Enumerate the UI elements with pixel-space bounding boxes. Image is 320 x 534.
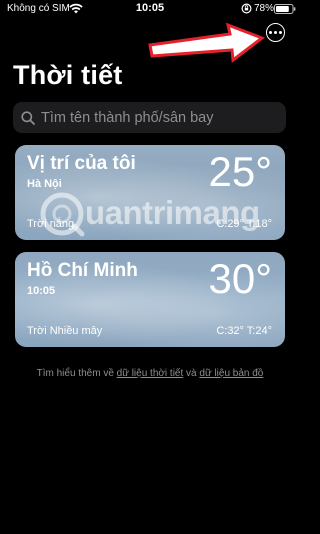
footer-note: Tìm hiểu thêm về dữ liệu thời tiết và dữ… xyxy=(0,368,300,379)
card-temperature: 25° xyxy=(208,148,272,195)
footer-prefix: Tìm hiểu thêm về xyxy=(36,368,117,379)
more-button[interactable] xyxy=(266,23,285,42)
card-temperature: 30° xyxy=(208,255,272,302)
card-subtitle: Hà Nội xyxy=(27,178,62,190)
footer-middle: và xyxy=(183,368,200,379)
card-condition: Trời nắng xyxy=(27,218,75,230)
search-bar[interactable] xyxy=(13,102,286,133)
battery-icon xyxy=(274,4,296,14)
battery-percent: 78% xyxy=(254,3,275,14)
location-card-ho-chi-minh[interactable]: Hồ Chí Minh 10:05 30° Trời Nhiều mây C:3… xyxy=(15,252,285,347)
search-input[interactable] xyxy=(41,109,281,126)
more-icon xyxy=(269,31,282,34)
card-subtitle: 10:05 xyxy=(27,285,56,297)
card-title: Vị trí của tôi xyxy=(27,153,136,174)
watermark-text: uantrimang xyxy=(85,194,260,231)
search-icon xyxy=(21,110,35,125)
card-condition: Trời Nhiều mây xyxy=(27,325,103,337)
card-high-low: C:32° T:24° xyxy=(216,325,272,337)
map-data-link[interactable]: dữ liệu bản đồ xyxy=(199,368,263,379)
page-title: Thời tiết xyxy=(13,60,123,90)
card-title: Hồ Chí Minh xyxy=(27,260,138,281)
lock-rotation-icon xyxy=(241,3,252,14)
weather-data-link[interactable]: dữ liệu thời tiết xyxy=(117,368,184,379)
arrow-icon xyxy=(148,22,266,63)
